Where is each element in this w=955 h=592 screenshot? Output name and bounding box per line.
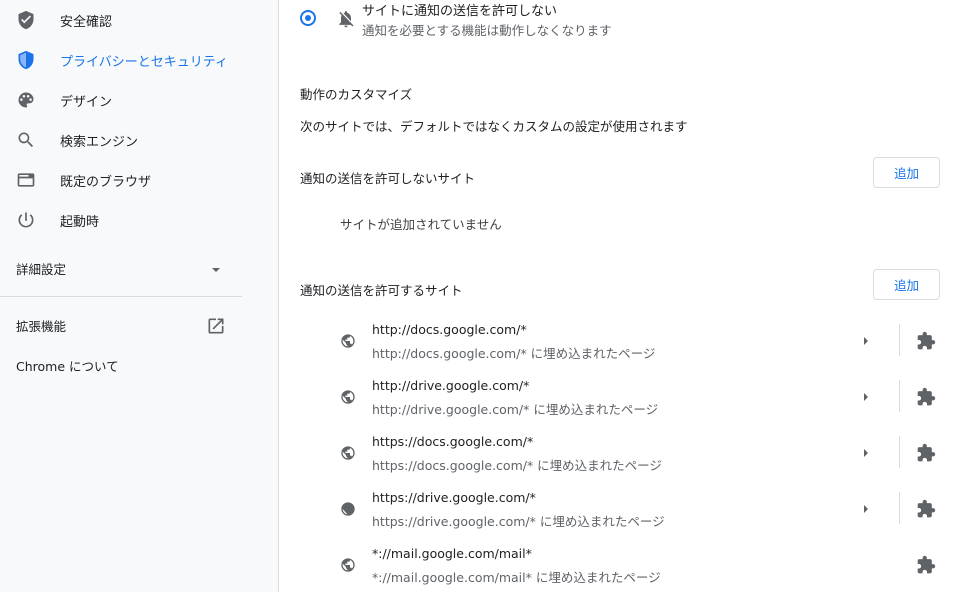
extension-puzzle-icon[interactable] — [916, 387, 936, 407]
sidebar-item-privacy-security[interactable]: プライバシーとセキュリティ — [0, 40, 279, 80]
site-url: http://drive.google.com/* — [372, 378, 530, 393]
power-icon — [16, 210, 36, 230]
sidebar-item-label: 起動時 — [60, 214, 100, 230]
arrow-right-icon[interactable] — [860, 447, 872, 459]
row-divider — [899, 436, 900, 468]
extensions-link[interactable]: 拡張機能 — [16, 316, 66, 335]
globe-icon — [340, 333, 356, 349]
row-divider — [899, 492, 900, 524]
extension-puzzle-icon[interactable] — [916, 443, 936, 463]
site-row[interactable]: *://mail.google.com/mail* *://mail.googl… — [280, 542, 955, 592]
chevron-down-icon[interactable] — [210, 263, 222, 272]
extension-puzzle-icon[interactable] — [916, 555, 936, 575]
allow-section-title: 通知の送信を許可するサイト — [300, 283, 463, 298]
about-chrome-link[interactable]: Chrome について — [16, 356, 119, 375]
site-url: https://docs.google.com/* — [372, 434, 534, 449]
globe-icon — [340, 557, 356, 573]
browser-window-icon — [16, 170, 36, 190]
sidebar: 安全確認 プライバシーとセキュリティ デザイン 検索エンジン 既定のブラウザ 起… — [0, 0, 279, 592]
main-content: サイトに通知の送信を許可しない 通知を必要とする機能は動作しなくなります 動作の… — [280, 0, 955, 592]
add-blocked-site-button[interactable]: 追加 — [873, 157, 940, 188]
sidebar-item-label: 安全確認 — [60, 14, 113, 30]
add-allowed-site-button[interactable]: 追加 — [873, 269, 940, 300]
sidebar-item-appearance[interactable]: デザイン — [0, 80, 279, 120]
radio-option-title: サイトに通知の送信を許可しない — [362, 4, 558, 19]
site-embedded-text: https://drive.google.com/* に埋め込まれたページ — [372, 514, 665, 529]
block-notifications-radio[interactable] — [300, 10, 316, 26]
site-row[interactable]: http://drive.google.com/* http://drive.g… — [280, 374, 955, 430]
extension-puzzle-icon[interactable] — [916, 499, 936, 519]
settings-page: 安全確認 プライバシーとセキュリティ デザイン 検索エンジン 既定のブラウザ 起… — [0, 0, 955, 592]
sidebar-item-default-browser[interactable]: 既定のブラウザ — [0, 160, 279, 200]
site-embedded-text: http://docs.google.com/* に埋め込まれたページ — [372, 346, 656, 361]
sidebar-divider — [0, 296, 242, 297]
site-row[interactable]: http://docs.google.com/* http://docs.goo… — [280, 318, 955, 374]
site-url: *://mail.google.com/mail* — [372, 546, 532, 561]
sidebar-item-safety-check[interactable]: 安全確認 — [0, 0, 279, 40]
site-embedded-text: https://docs.google.com/* に埋め込まれたページ — [372, 458, 662, 473]
row-divider — [899, 380, 900, 412]
radio-selected-dot — [305, 15, 311, 21]
advanced-settings-label[interactable]: 詳細設定 — [16, 259, 66, 278]
site-url: http://docs.google.com/* — [372, 322, 527, 337]
extension-puzzle-icon[interactable] — [916, 331, 936, 351]
site-row[interactable]: https://docs.google.com/* https://docs.g… — [280, 430, 955, 486]
no-sites-message: サイトが追加されていません — [340, 217, 502, 232]
globe-icon — [340, 445, 356, 461]
open-in-new-icon[interactable] — [206, 316, 226, 336]
sidebar-item-search-engine[interactable]: 検索エンジン — [0, 120, 279, 160]
sidebar-item-on-startup[interactable]: 起動時 — [0, 200, 279, 240]
sidebar-item-label: 検索エンジン — [60, 134, 139, 150]
row-divider — [899, 324, 900, 356]
palette-icon — [16, 90, 36, 110]
bell-off-icon — [336, 9, 356, 29]
customize-description: 次のサイトでは、デフォルトではなくカスタムの設定が使用されます — [300, 119, 688, 134]
site-embedded-text: http://drive.google.com/* に埋め込まれたページ — [372, 402, 659, 417]
block-section-title: 通知の送信を許可しないサイト — [300, 171, 476, 186]
customize-heading: 動作のカスタマイズ — [300, 87, 413, 102]
shield-half-icon — [16, 50, 36, 70]
globe-icon — [340, 501, 356, 517]
site-embedded-text: *://mail.google.com/mail* に埋め込まれたページ — [372, 570, 661, 585]
arrow-right-icon[interactable] — [860, 391, 872, 403]
site-url: https://drive.google.com/* — [372, 490, 536, 505]
search-icon — [16, 130, 36, 150]
arrow-right-icon[interactable] — [860, 503, 872, 515]
radio-option-description: 通知を必要とする機能は動作しなくなります — [362, 23, 612, 38]
globe-icon — [340, 389, 356, 405]
sidebar-item-label: デザイン — [60, 94, 113, 110]
site-row[interactable]: https://drive.google.com/* https://drive… — [280, 486, 955, 542]
arrow-right-icon[interactable] — [860, 335, 872, 347]
shield-check-icon — [16, 10, 36, 30]
sidebar-item-label: プライバシーとセキュリティ — [60, 54, 228, 70]
sidebar-item-label: 既定のブラウザ — [60, 174, 152, 190]
